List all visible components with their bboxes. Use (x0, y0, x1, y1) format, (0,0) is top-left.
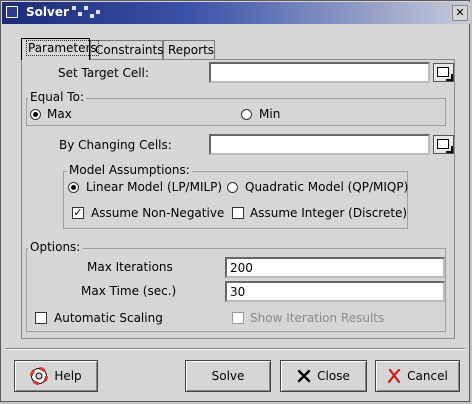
changing-cells-picker-icon[interactable] (433, 135, 454, 154)
quadratic-model-radio[interactable] (227, 182, 238, 193)
solve-button-label: Solve (211, 369, 245, 383)
window-title: Solver (26, 5, 69, 19)
min-radio-label: Min (259, 107, 281, 121)
solver-dialog: Solver ✕ Parameters Constraints Reports … (0, 0, 470, 402)
max-iterations-label: Max Iterations (87, 260, 173, 274)
titlebar-decoration (90, 14, 94, 18)
changing-cells-label: By Changing Cells: (59, 138, 172, 152)
titlebar-decoration (96, 10, 100, 14)
cancel-button-label: Cancel (407, 369, 448, 383)
x-icon (297, 369, 311, 383)
lifebuoy-icon (30, 367, 49, 385)
linear-model-radio[interactable] (68, 182, 79, 193)
assume-non-negative-label: Assume Non-Negative (91, 206, 225, 220)
max-iterations-input[interactable]: 200 (225, 257, 445, 278)
tab-reports-label: Reports (168, 43, 215, 57)
changing-cells-input[interactable] (209, 134, 430, 155)
show-iteration-results-label: Show Iteration Results (250, 311, 385, 325)
assume-integer-checkbox[interactable] (232, 207, 244, 219)
equal-to-legend: Equal To: (28, 90, 86, 104)
linear-model-label: Linear Model (LP/MILP) (86, 180, 223, 194)
cancel-button[interactable]: Cancel (375, 360, 460, 392)
assume-non-negative-checkbox[interactable]: ✓ (72, 207, 84, 219)
solve-button[interactable]: Solve (185, 360, 271, 392)
titlebar-decoration (72, 6, 76, 10)
target-cell-label: Set Target Cell: (58, 66, 149, 80)
equal-to-group (26, 98, 446, 126)
tab-constraints-label: Constraints (95, 43, 164, 57)
x-red-icon (388, 368, 401, 384)
button-separator (5, 348, 465, 350)
automatic-scaling-label: Automatic Scaling (54, 311, 163, 325)
automatic-scaling-checkbox[interactable] (35, 312, 47, 324)
tab-parameters-label: Parameters (26, 40, 99, 56)
target-cell-picker-icon[interactable] (433, 63, 454, 82)
options-legend: Options: (28, 240, 83, 254)
show-iteration-results-checkbox (232, 312, 244, 324)
max-radio[interactable] (30, 109, 41, 120)
help-button-label: Help (54, 369, 82, 383)
max-time-label: Max Time (sec.) (81, 284, 177, 298)
min-radio[interactable] (241, 109, 252, 120)
quadratic-model-label: Quadratic Model (QP/MIQP) (245, 180, 409, 194)
window-close-button[interactable]: ✕ (452, 5, 468, 21)
window-menu-icon[interactable] (6, 6, 18, 18)
model-assumptions-legend: Model Assumptions: (67, 163, 192, 177)
max-radio-label: Max (47, 107, 72, 121)
tab-constraints[interactable]: Constraints (90, 40, 163, 60)
titlebar-decoration (84, 6, 88, 10)
close-button-label: Close (317, 369, 350, 383)
titlebar-decoration (78, 12, 82, 16)
close-button[interactable]: Close (280, 360, 367, 392)
target-cell-input[interactable] (209, 62, 430, 83)
tab-parameters[interactable]: Parameters (21, 38, 99, 60)
tab-reports[interactable]: Reports (163, 40, 215, 60)
help-button[interactable]: Help (14, 360, 98, 392)
title-bar[interactable]: Solver ✕ (2, 2, 470, 24)
max-time-input[interactable]: 30 (225, 281, 445, 302)
assume-integer-label: Assume Integer (Discrete) (250, 206, 408, 220)
